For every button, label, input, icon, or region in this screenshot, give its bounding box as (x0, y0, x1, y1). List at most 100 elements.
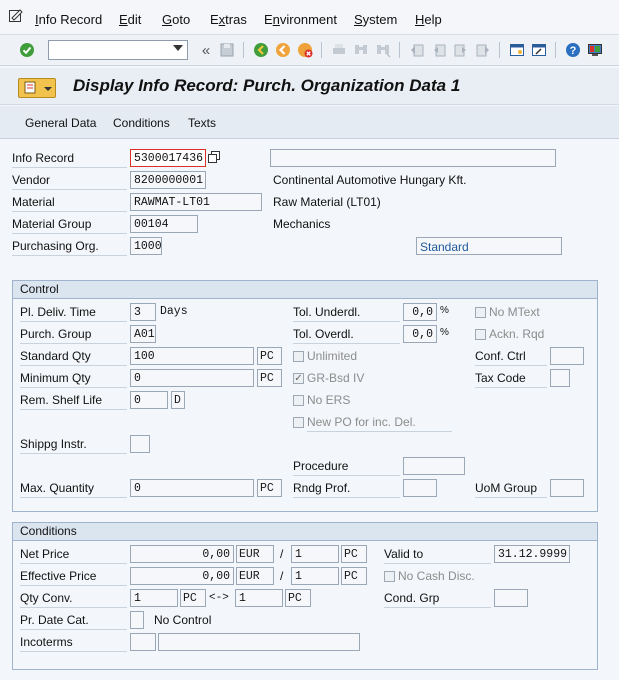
tax-code-field[interactable] (550, 369, 570, 387)
conditions-button[interactable]: Conditions (113, 116, 170, 130)
title-bar: Display Info Record: Purch. Organization… (0, 68, 619, 105)
tol-underdl-field[interactable]: 0,0 (403, 303, 437, 321)
standard-qty-unit[interactable]: PC (257, 347, 282, 365)
menu-system[interactable]: System (354, 12, 397, 27)
cond-grp-field[interactable] (494, 589, 528, 607)
effective-price-per-field[interactable]: 1 (291, 567, 339, 585)
menu-goto[interactable]: Goto (162, 12, 190, 27)
qty-conv-arrow: <-> (209, 592, 229, 604)
info-category-field[interactable]: Standard (416, 237, 562, 255)
save-icon[interactable] (218, 41, 236, 59)
net-price-field[interactable]: 0,00 (130, 545, 234, 563)
customize-layout-icon[interactable] (586, 41, 604, 59)
no-ers-label: No ERS (307, 393, 351, 407)
net-price-currency[interactable]: EUR (236, 545, 274, 563)
procedure-field[interactable] (403, 457, 465, 475)
material-field[interactable]: RAWMAT-LT01 (130, 193, 262, 211)
short-text-field[interactable] (270, 149, 556, 167)
cond-grp-label: Cond. Grp (384, 589, 491, 608)
tol-overdl-percent: % (440, 327, 449, 338)
last-page-icon[interactable] (474, 41, 492, 59)
unlimited-label: Unlimited (307, 349, 358, 363)
dropdown-arrow-icon[interactable] (173, 45, 183, 51)
menu-edit[interactable]: Edit (119, 12, 141, 27)
cancel-icon[interactable] (296, 41, 314, 59)
valid-to-label: Valid to (384, 545, 491, 564)
pr-date-cat-description: No Control (154, 613, 212, 627)
enter-icon[interactable] (18, 41, 36, 59)
shippg-instr-field[interactable] (130, 435, 150, 453)
menu-icon[interactable] (18, 78, 56, 98)
info-record-label: Info Record (12, 149, 127, 168)
unlimited-checkbox[interactable] (293, 351, 304, 362)
create-session-icon[interactable] (508, 41, 526, 59)
tax-code-label: Tax Code (475, 369, 547, 388)
menu-icon[interactable] (8, 8, 24, 24)
minimum-qty-field[interactable]: 0 (130, 369, 254, 387)
exit-icon[interactable] (274, 41, 292, 59)
rndg-prof-field[interactable] (403, 479, 437, 497)
rem-shelf-life-unit[interactable]: D (171, 391, 185, 409)
purch-group-field[interactable]: A01 (130, 325, 156, 343)
collapse-icon[interactable]: « (197, 41, 215, 59)
new-po-checkbox[interactable] (293, 417, 304, 428)
qty-conv-from-unit[interactable]: PC (180, 589, 206, 607)
menu-environment[interactable]: Environment (264, 12, 337, 27)
qty-conv-to-unit[interactable]: PC (285, 589, 311, 607)
effective-price-currency[interactable]: EUR (236, 567, 274, 585)
net-price-per-field[interactable]: 1 (291, 545, 339, 563)
shortcut-icon[interactable] (530, 41, 548, 59)
pr-date-cat-field[interactable] (130, 611, 144, 629)
previous-page-icon[interactable] (430, 41, 448, 59)
purch-group-label: Purch. Group (20, 325, 127, 344)
texts-button[interactable]: Texts (188, 116, 216, 130)
procedure-label: Procedure (293, 457, 400, 476)
incoterms-field[interactable] (130, 633, 156, 651)
purchasing-org-label: Purchasing Org. (12, 237, 127, 256)
effective-price-unit[interactable]: PC (341, 567, 367, 585)
menu-extras[interactable]: Extras (210, 12, 247, 27)
no-cash-disc-checkbox[interactable] (384, 571, 395, 582)
no-mtext-label: No MText (489, 305, 540, 319)
effective-price-label: Effective Price (20, 567, 127, 586)
incoterms-location-field[interactable] (158, 633, 360, 651)
conf-ctrl-field[interactable] (550, 347, 584, 365)
vendor-field[interactable]: 8200000001 (130, 171, 206, 189)
rem-shelf-life-field[interactable]: 0 (130, 391, 168, 409)
ackn-rqd-checkbox[interactable] (475, 329, 486, 340)
info-record-field[interactable]: 5300017436 (130, 149, 206, 167)
material-group-label: Material Group (12, 215, 127, 234)
find-icon[interactable] (352, 41, 370, 59)
qty-conv-label: Qty Conv. (20, 589, 127, 608)
conditions-group-title: Conditions (20, 524, 77, 538)
standard-qty-field[interactable]: 100 (130, 347, 254, 365)
next-page-icon[interactable] (452, 41, 470, 59)
print-icon[interactable] (330, 41, 348, 59)
command-field[interactable] (48, 40, 188, 60)
tol-overdl-field[interactable]: 0,0 (403, 325, 437, 343)
uom-group-field[interactable] (550, 479, 584, 497)
valid-to-field[interactable]: 31.12.9999 (494, 545, 570, 563)
no-mtext-checkbox[interactable] (475, 307, 486, 318)
pl-deliv-time-field[interactable]: 3 (130, 303, 156, 321)
net-price-unit[interactable]: PC (341, 545, 367, 563)
find-next-icon[interactable] (374, 41, 392, 59)
menu-info-record[interactable]: Info Record (35, 12, 102, 27)
qty-conv-from-field[interactable]: 1 (130, 589, 178, 607)
material-group-field[interactable]: 00104 (130, 215, 198, 233)
no-ers-checkbox[interactable] (293, 395, 304, 406)
max-quantity-unit[interactable]: PC (257, 479, 282, 497)
qty-conv-to-field[interactable]: 1 (235, 589, 283, 607)
material-group-description: Mechanics (273, 217, 331, 231)
back-icon[interactable] (252, 41, 270, 59)
general-data-button[interactable]: General Data (25, 116, 96, 130)
first-page-icon[interactable] (408, 41, 426, 59)
gr-bsd-iv-checkbox[interactable]: ✓ (293, 373, 304, 384)
purchasing-org-field[interactable]: 1000 (130, 237, 162, 255)
help-icon[interactable]: ? (564, 41, 582, 59)
minimum-qty-unit[interactable]: PC (257, 369, 282, 387)
effective-price-field[interactable]: 0,00 (130, 567, 234, 585)
menu-help[interactable]: Help (415, 12, 442, 27)
copy-icon[interactable] (208, 151, 220, 163)
max-quantity-field[interactable]: 0 (130, 479, 254, 497)
